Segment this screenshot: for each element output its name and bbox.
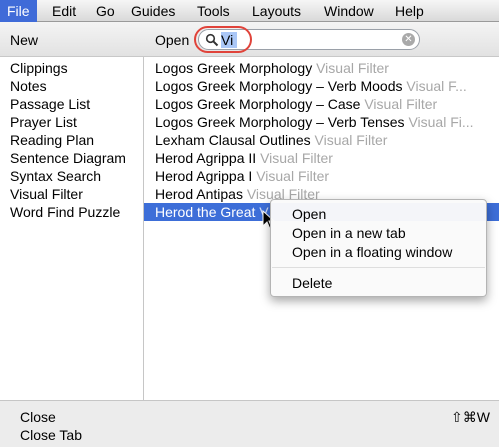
- new-item-passage-list[interactable]: Passage List: [10, 95, 126, 113]
- open-item-name: Herod Agrippa II: [155, 150, 257, 166]
- panel-footer: Close Close Tab ⇧⌘W: [0, 400, 499, 447]
- open-item-name: Logos Greek Morphology: [155, 60, 313, 76]
- menu-bar: File Edit Go Guides Tools Layouts Window…: [0, 0, 499, 22]
- context-menu: Open Open in a new tab Open in a floatin…: [270, 199, 487, 297]
- open-item-kind: Visual Fi...: [408, 114, 474, 130]
- open-item-kind: Visual Filter: [260, 150, 333, 166]
- new-section-label: New: [10, 32, 39, 48]
- open-item-kind: Visual Filter: [314, 132, 388, 148]
- menu-go[interactable]: Go: [89, 0, 122, 22]
- open-item-name: Logos Greek Morphology – Verb Moods: [155, 78, 403, 94]
- new-item-prayer-list[interactable]: Prayer List: [10, 113, 126, 131]
- open-item-name: Logos Greek Morphology – Verb Tenses: [155, 114, 405, 130]
- new-item-word-find-puzzle[interactable]: Word Find Puzzle: [10, 203, 126, 221]
- open-item-name: Herod Agrippa I: [155, 168, 253, 184]
- open-item-name: Logos Greek Morphology – Case: [155, 96, 361, 112]
- search-highlight-ring: [194, 26, 252, 53]
- open-item[interactable]: Logos Greek Morphology – Verb Tenses Vis…: [144, 113, 499, 131]
- context-menu-separator: [272, 267, 485, 268]
- open-item[interactable]: Herod Agrippa II Visual Filter: [144, 149, 499, 167]
- menu-edit[interactable]: Edit: [45, 0, 83, 22]
- menu-help[interactable]: Help: [388, 0, 431, 22]
- open-item[interactable]: Logos Greek Morphology – Verb Moods Visu…: [144, 77, 499, 95]
- open-item-name: Lexham Clausal Outlines: [155, 132, 311, 148]
- menu-layouts[interactable]: Layouts: [245, 0, 308, 22]
- new-item-sentence-diagram[interactable]: Sentence Diagram: [10, 149, 126, 167]
- new-item-syntax-search[interactable]: Syntax Search: [10, 167, 126, 185]
- context-menu-delete[interactable]: Delete: [292, 274, 332, 292]
- new-item-clippings[interactable]: Clippings: [10, 59, 126, 77]
- open-item[interactable]: Logos Greek Morphology – Case Visual Fil…: [144, 95, 499, 113]
- open-item-kind: Visual Filter: [316, 60, 389, 76]
- open-item[interactable]: Logos Greek Morphology Visual Filter: [144, 59, 499, 77]
- new-item-notes[interactable]: Notes: [10, 77, 126, 95]
- panel-header: New Open ✕: [0, 22, 499, 57]
- menu-window[interactable]: Window: [317, 0, 381, 22]
- open-item[interactable]: Herod Agrippa I Visual Filter: [144, 167, 499, 185]
- menu-guides[interactable]: Guides: [124, 0, 182, 22]
- open-item-name: Herod Antipas: [155, 186, 243, 202]
- context-menu-open-new-tab[interactable]: Open in a new tab: [292, 224, 406, 242]
- open-item-kind: Visual Filter: [256, 168, 330, 184]
- open-item-name: Herod the Great: [155, 204, 256, 220]
- menu-tools[interactable]: Tools: [190, 0, 237, 22]
- close-tab-item[interactable]: Close Tab: [20, 427, 82, 443]
- context-menu-open[interactable]: Open: [292, 205, 326, 223]
- close-item[interactable]: Close: [20, 409, 56, 425]
- open-item[interactable]: Lexham Clausal Outlines Visual Filter: [144, 131, 499, 149]
- new-items-list: Clippings Notes Passage List Prayer List…: [10, 59, 126, 221]
- new-column: Clippings Notes Passage List Prayer List…: [0, 22, 144, 400]
- close-shortcut: ⇧⌘W: [451, 409, 490, 425]
- open-items-list: Logos Greek Morphology Visual Filter Log…: [144, 59, 499, 221]
- context-menu-open-floating-window[interactable]: Open in a floating window: [292, 243, 452, 261]
- menu-file[interactable]: File: [0, 0, 37, 22]
- new-item-visual-filter[interactable]: Visual Filter: [10, 185, 126, 203]
- clear-search-icon[interactable]: ✕: [402, 33, 415, 46]
- open-item-kind: Visual Filter: [364, 96, 438, 112]
- new-item-reading-plan[interactable]: Reading Plan: [10, 131, 126, 149]
- open-section-label: Open: [155, 32, 190, 48]
- open-item-kind: Visual F...: [406, 78, 467, 94]
